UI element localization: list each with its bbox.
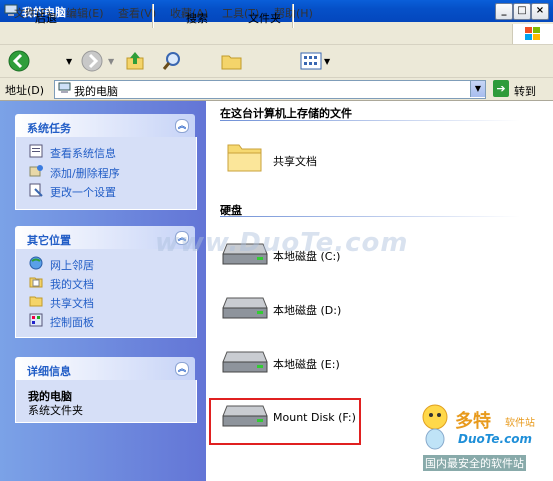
change-setting-icon bbox=[29, 183, 43, 197]
network-places-link[interactable]: 网上邻居 bbox=[50, 257, 94, 273]
details-description: 系统文件夹 bbox=[28, 404, 83, 417]
maximize-button[interactable]: □ bbox=[513, 3, 531, 20]
details-panel: 我的电脑 系统文件夹 bbox=[15, 380, 197, 423]
other-places-panel: 网上邻居 我的文档 共享文档 控制面板 bbox=[15, 249, 197, 338]
watermark-logo: 多特 bbox=[455, 411, 491, 432]
address-value: 我的电脑 bbox=[74, 85, 118, 98]
menu-view[interactable]: 查看(V) bbox=[118, 5, 156, 21]
watermark-logo-sub: 软件站 bbox=[505, 418, 535, 429]
shared-documents-item[interactable]: 共享文档 bbox=[273, 153, 317, 169]
drive-d[interactable]: 本地磁盘 (D:) bbox=[273, 302, 341, 318]
forward-arrow-icon[interactable] bbox=[81, 50, 103, 72]
search-icon[interactable] bbox=[161, 50, 183, 72]
files-group-title: 在这台计算机上存储的文件 bbox=[220, 107, 352, 120]
collapse-chevron-icon[interactable]: ︽ bbox=[175, 362, 189, 376]
other-places-title: 其它位置 bbox=[27, 234, 71, 247]
shared-documents-icon bbox=[29, 296, 43, 307]
shared-documents-link[interactable]: 共享文档 bbox=[50, 295, 94, 311]
network-icon bbox=[29, 256, 43, 270]
system-info-icon bbox=[29, 144, 43, 158]
forward-dropdown-icon[interactable]: ▼ bbox=[108, 57, 114, 66]
control-panel-link[interactable]: 控制面板 bbox=[50, 314, 94, 330]
system-tasks-panel: 查看系统信息 添加/删除程序 更改一个设置 bbox=[15, 137, 197, 210]
back-arrow-icon[interactable] bbox=[8, 50, 30, 72]
folders-icon[interactable] bbox=[220, 50, 244, 72]
windows-logo bbox=[512, 24, 553, 44]
system-tasks-header[interactable]: 系统任务 ︽ bbox=[15, 114, 195, 137]
add-remove-programs-link[interactable]: 添加/删除程序 bbox=[50, 165, 120, 181]
group-divider bbox=[220, 120, 520, 121]
address-input[interactable] bbox=[54, 80, 486, 99]
menu-edit[interactable]: 编辑(E) bbox=[66, 5, 104, 21]
close-button[interactable]: × bbox=[531, 3, 549, 20]
details-title: 详细信息 bbox=[27, 365, 71, 378]
my-documents-icon bbox=[29, 277, 43, 288]
collapse-chevron-icon[interactable]: ︽ bbox=[175, 119, 189, 133]
add-remove-programs-icon bbox=[29, 165, 43, 177]
mascot-icon bbox=[422, 404, 448, 450]
views-dropdown-icon[interactable]: ▼ bbox=[324, 57, 330, 66]
address-dropdown-icon[interactable]: ▼ bbox=[470, 81, 485, 97]
group-divider bbox=[220, 216, 520, 217]
details-header[interactable]: 详细信息 ︽ bbox=[15, 357, 195, 380]
toolbar-separator bbox=[152, 4, 154, 28]
view-system-info-link[interactable]: 查看系统信息 bbox=[50, 145, 116, 161]
views-icon[interactable] bbox=[300, 51, 322, 71]
address-label: 地址(D) bbox=[5, 84, 45, 97]
windows-flag-icon bbox=[525, 27, 540, 40]
shared-folder-icon[interactable] bbox=[225, 139, 265, 175]
toolbar-separator bbox=[292, 4, 294, 28]
go-arrow-icon[interactable]: ➔ bbox=[493, 80, 509, 97]
back-button[interactable]: 后退 bbox=[35, 10, 57, 26]
search-button[interactable]: 搜索 bbox=[186, 10, 208, 26]
control-panel-icon bbox=[29, 313, 43, 327]
highlight-box bbox=[209, 398, 361, 445]
hard-drive-icon[interactable] bbox=[221, 294, 269, 322]
go-button[interactable]: 转到 bbox=[514, 83, 536, 99]
my-computer-small-icon bbox=[58, 82, 71, 93]
system-tasks-title: 系统任务 bbox=[27, 122, 71, 135]
watermark-text: www.DuoTe.com bbox=[155, 228, 409, 258]
drive-e[interactable]: 本地磁盘 (E:) bbox=[273, 356, 340, 372]
change-setting-link[interactable]: 更改一个设置 bbox=[50, 184, 116, 200]
minimize-button[interactable]: _ bbox=[495, 3, 513, 20]
hard-drive-icon[interactable] bbox=[221, 348, 269, 376]
my-documents-link[interactable]: 我的文档 bbox=[50, 276, 94, 292]
back-dropdown-icon[interactable]: ▼ bbox=[66, 57, 72, 66]
watermark-tagline: 国内最安全的软件站 bbox=[423, 455, 526, 471]
folders-button[interactable]: 文件夹 bbox=[248, 10, 281, 26]
up-folder-icon[interactable] bbox=[124, 50, 146, 72]
watermark-logo-url: DuoTe.com bbox=[458, 432, 532, 446]
